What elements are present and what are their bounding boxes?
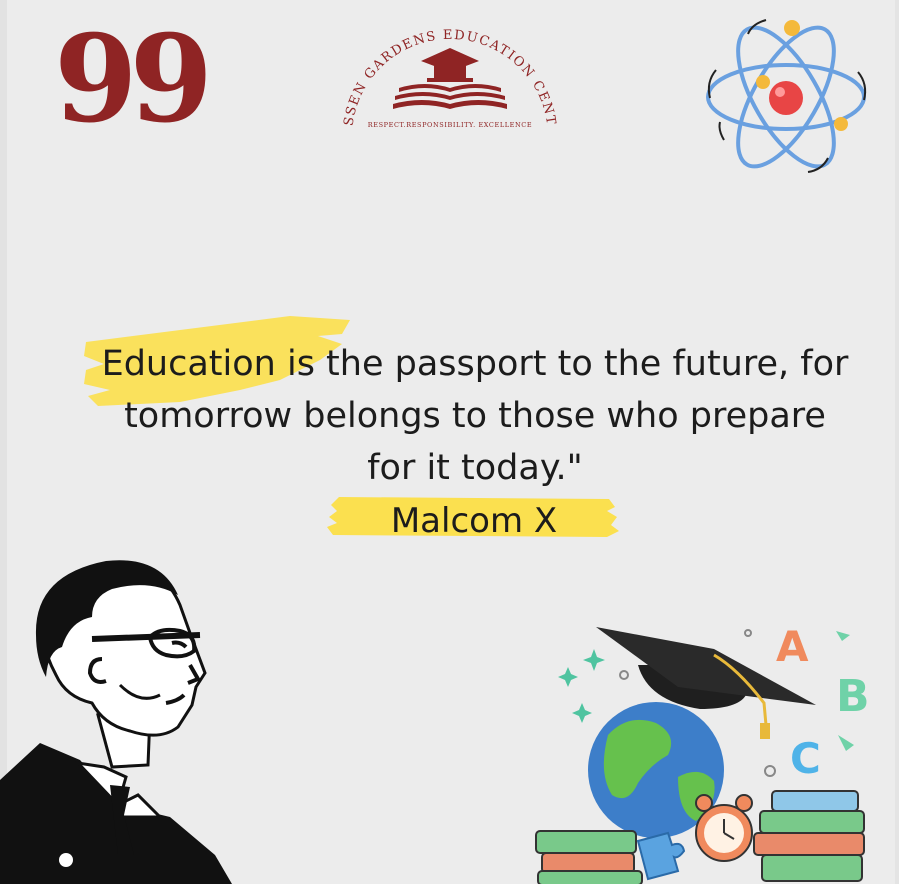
quote-line-2: tomorrow belongs to those who prepare	[124, 396, 826, 436]
quote-line-3: for it today."	[367, 448, 583, 488]
education-illustration: A B C	[535, 622, 870, 884]
atom-icon	[706, 19, 867, 173]
books-stack-right-icon	[753, 790, 865, 882]
portrait-illustration	[0, 560, 232, 884]
quote-block: Education is the passport to the future,…	[80, 300, 870, 550]
quote-text: Education is the passport to the future,…	[80, 338, 870, 494]
quote-line-1: Education is the passport to the future,…	[101, 344, 849, 384]
puzzle-icon	[636, 831, 686, 881]
quote-author: Malcom X	[390, 501, 558, 541]
mortarboard-logo-icon	[393, 48, 507, 109]
letter-b: B	[836, 671, 870, 722]
logo-motto: RESPECT.RESPONSIBILITY. EXCELLENCE	[368, 121, 532, 129]
quotation-mark-icon: 99	[54, 9, 213, 150]
books-stack-left-icon	[535, 830, 643, 884]
school-logo: RESSEN GARDENS EDUCATION CENTER RESPECT.…	[335, 8, 557, 129]
letter-c: C	[790, 734, 821, 783]
alarm-clock-icon	[695, 794, 753, 862]
letter-a: A	[776, 622, 809, 671]
sparkle-icon	[558, 649, 605, 723]
